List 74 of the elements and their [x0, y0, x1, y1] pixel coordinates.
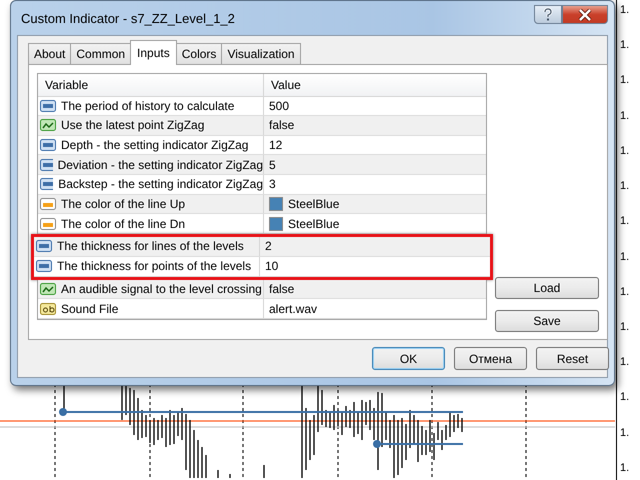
- variable-name: Depth - the setting indicator ZigZag: [61, 138, 248, 152]
- variable-name: The color of the line Up: [61, 196, 186, 211]
- variable-name: Use the latest point ZigZag: [61, 118, 204, 132]
- column-header: Variable: [38, 74, 264, 96]
- value-text: 12: [269, 138, 282, 152]
- dialog-button[interactable]: Отмена: [454, 347, 527, 370]
- variable-name: The color of the line Dn: [61, 216, 186, 230]
- value-cell[interactable]: alert.wav: [264, 299, 486, 318]
- dialog-button[interactable]: OK: [372, 347, 445, 370]
- price-label: 1.: [619, 320, 630, 333]
- price-label: 1.: [619, 286, 630, 298]
- price-label: 1.: [619, 215, 630, 228]
- close-button[interactable]: [562, 5, 608, 24]
- numeric-type-icon: [36, 239, 52, 254]
- tab[interactable]: Colors: [176, 43, 222, 64]
- help-button[interactable]: [534, 5, 562, 24]
- numeric-type-icon: [36, 259, 52, 274]
- price-label: 1.: [619, 110, 630, 122]
- variable-name: The thickness for points of the levels: [57, 259, 252, 274]
- boolean-type-icon: [40, 282, 56, 296]
- value-cell[interactable]: 5: [264, 155, 486, 174]
- value-text: alert.wav: [269, 302, 318, 316]
- price-label: 1.: [619, 462, 630, 474]
- price-label: 1.: [619, 74, 630, 86]
- value-text: 2: [265, 239, 272, 254]
- price-label: 1.: [619, 391, 630, 404]
- numeric-type-icon: [40, 98, 56, 113]
- price-label: 1.: [619, 39, 630, 52]
- numeric-type-icon: [40, 158, 53, 172]
- value-text: false: [269, 118, 294, 132]
- value-cell[interactable]: false: [264, 280, 486, 298]
- variable-name: The thickness for lines of the levels: [57, 239, 244, 254]
- value-cell[interactable]: SteelBlue: [264, 214, 486, 233]
- value-cell[interactable]: 12: [264, 136, 486, 154]
- price-label: 1.: [619, 426, 630, 439]
- value-text: 500: [269, 98, 290, 113]
- price-label: 1.: [619, 144, 630, 157]
- value-text: false: [269, 282, 294, 296]
- window-title: Custom Indicator - s7_ZZ_Level_1_2: [20, 10, 235, 26]
- variable-name: Sound File: [61, 302, 118, 316]
- value-cell[interactable]: 3: [264, 174, 486, 194]
- variable-name: The period of history to calculate: [61, 98, 234, 113]
- dialog-button[interactable]: Reset: [536, 347, 609, 370]
- value-text: 5: [269, 158, 276, 172]
- tab[interactable]: Inputs: [130, 40, 177, 65]
- boolean-type-icon: [40, 118, 56, 132]
- price-label: 1.: [619, 356, 630, 368]
- value-text: SteelBlue: [288, 196, 340, 211]
- value-cell[interactable]: SteelBlue: [264, 194, 486, 214]
- variable-name: An audible signal to the level crossing: [61, 282, 262, 296]
- tab[interactable]: Visualization: [221, 43, 301, 64]
- string-type-icon: [40, 302, 56, 316]
- close-icon: [578, 8, 592, 20]
- value-text: 10: [265, 259, 278, 274]
- price-label: 1.: [619, 180, 630, 192]
- help-icon: [543, 8, 553, 21]
- value-text: SteelBlue: [288, 216, 340, 230]
- variable-name: Deviation - the setting indicator ZigZag: [58, 158, 263, 172]
- value-cell[interactable]: 500: [264, 96, 486, 116]
- price-label: 1.: [619, 250, 630, 263]
- value-cell[interactable]: false: [264, 116, 486, 135]
- tab[interactable]: About: [28, 43, 72, 64]
- price-label: 1.: [619, 4, 630, 16]
- value-text: 3: [269, 177, 276, 192]
- numeric-type-icon: [40, 138, 56, 152]
- tab[interactable]: Common: [70, 43, 132, 64]
- variable-name: Backstep - the setting indicator ZigZag: [58, 177, 263, 192]
- side-button[interactable]: Load: [495, 277, 599, 299]
- value-cell[interactable]: 10: [260, 256, 490, 276]
- side-button[interactable]: Save: [495, 310, 599, 332]
- value-cell[interactable]: 2: [260, 236, 490, 256]
- numeric-type-icon: [40, 177, 54, 192]
- column-header: Value: [270, 76, 302, 94]
- color-type-icon: [40, 196, 56, 211]
